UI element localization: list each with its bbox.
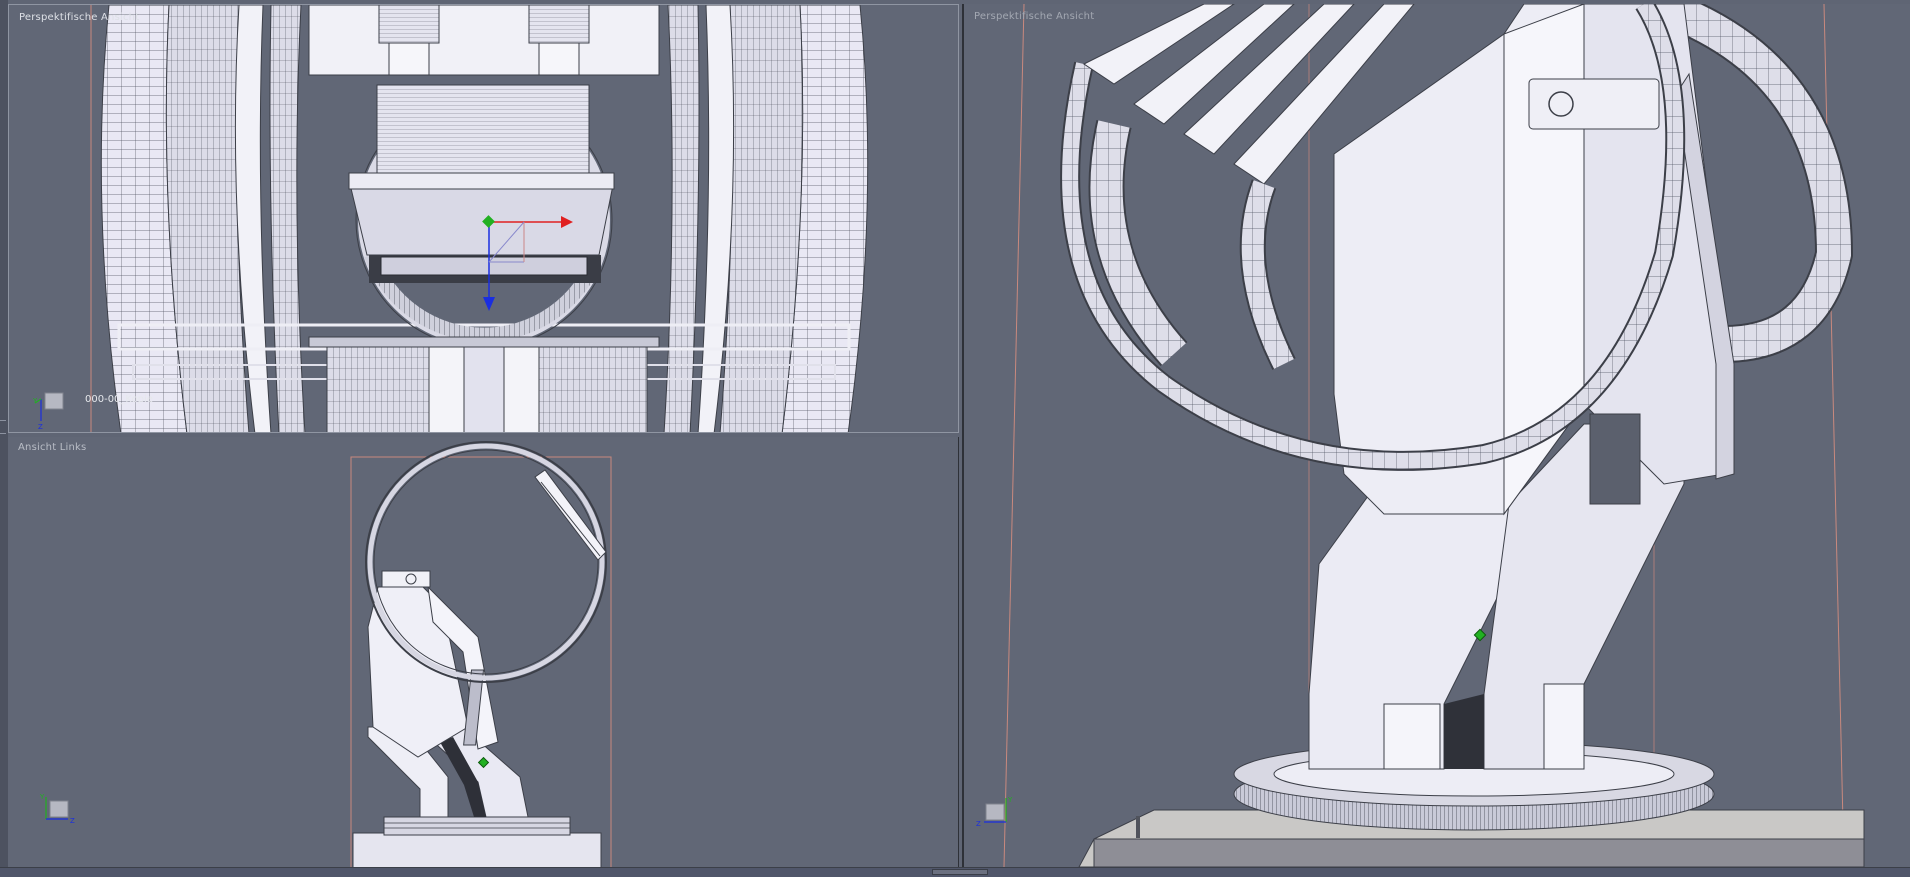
axis-label-z: Z — [70, 817, 75, 825]
viewport-perspective-right[interactable]: Perspektifische Ansicht Y Z — [962, 4, 1910, 867]
splitter-handle[interactable] — [932, 869, 988, 875]
viewport-perspective-top[interactable]: Perspektifische Ansicht Y Z 000-00_Kopie — [8, 4, 959, 433]
object-name-label[interactable]: 000-00_Kopie — [85, 394, 153, 405]
transform-gizmo-icon[interactable] — [469, 207, 589, 327]
axis-label-y: Y — [32, 397, 38, 405]
viewport-label[interactable]: Perspektifische Ansicht — [974, 11, 1094, 22]
viewport-left-view[interactable]: Ansicht Links Y Z — [8, 437, 959, 867]
edge-tick — [0, 433, 6, 434]
axis-indicator-icon: Y Z — [32, 392, 64, 431]
viewport-label[interactable]: Perspektifische Ansicht — [19, 12, 139, 23]
axis-label-z: Z — [38, 423, 43, 431]
axis-label-y: Y — [1007, 796, 1013, 804]
axis-label-z: Z — [976, 820, 981, 828]
axis-label-y: Y — [39, 793, 45, 801]
viewport-label[interactable]: Ansicht Links — [18, 442, 86, 453]
scene-mesh-side[interactable] — [8, 437, 959, 867]
edge-tick — [0, 420, 6, 421]
axis-indicator-icon: Y Z — [39, 793, 75, 825]
scene-mesh-perspective[interactable] — [964, 4, 1910, 867]
left-window-edge — [0, 0, 8, 876]
axis-indicator-icon: Y Z — [976, 796, 1013, 828]
